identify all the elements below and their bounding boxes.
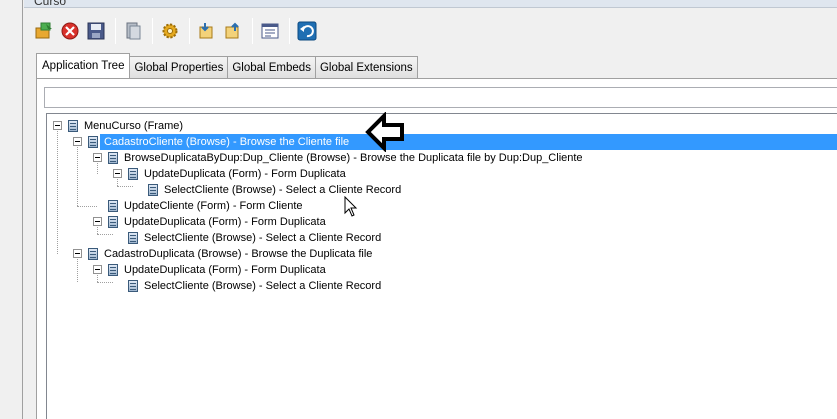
open-button[interactable] bbox=[32, 18, 56, 44]
procedure-icon bbox=[148, 184, 158, 196]
collapse-toggle[interactable] bbox=[113, 169, 122, 178]
collapse-toggle[interactable] bbox=[93, 153, 102, 162]
left-panel-edge bbox=[0, 0, 23, 419]
export-icon bbox=[225, 22, 239, 39]
undo-button[interactable] bbox=[295, 18, 319, 44]
procedure-icon bbox=[108, 216, 118, 228]
application-tree-panel: MenuCurso (Frame) CadastroCliente (Browse… bbox=[36, 78, 837, 419]
tab-strip: Application Tree Global Properties Globa… bbox=[36, 53, 418, 78]
cancel-icon bbox=[61, 22, 79, 40]
tree-item-label[interactable]: CadastroCliente (Browse) - Browse the Cl… bbox=[102, 135, 352, 149]
tab-global-extensions[interactable]: Global Extensions bbox=[314, 56, 418, 78]
tree-item-label[interactable]: BrowseDuplicataByDup:Dup_Cliente (Browse… bbox=[122, 151, 585, 165]
save-button[interactable] bbox=[84, 18, 108, 44]
procedure-icon bbox=[88, 136, 98, 148]
procedure-icon bbox=[128, 168, 138, 180]
tree-row[interactable]: UpdateDuplicata (Form) - Form Duplicata bbox=[47, 166, 837, 182]
tree-row[interactable]: MenuCurso (Frame) bbox=[47, 118, 837, 134]
collapse-toggle[interactable] bbox=[53, 121, 62, 130]
tree-row[interactable]: SelectCliente (Browse) - Select a Client… bbox=[47, 182, 837, 198]
open-icon bbox=[35, 22, 52, 39]
properties-button[interactable] bbox=[258, 18, 282, 44]
tree-row[interactable]: CadastroDuplicata (Browse) - Browse the … bbox=[47, 246, 837, 262]
window-title: Curso bbox=[34, 0, 67, 8]
tree-row[interactable]: UpdateCliente (Form) - Form Cliente bbox=[47, 198, 837, 214]
procedure-icon bbox=[88, 248, 98, 260]
tree-item-label[interactable]: UpdateDuplicata (Form) - Form Duplicata bbox=[142, 167, 348, 181]
procedure-icon bbox=[108, 264, 118, 276]
tree-item-label[interactable]: SelectCliente (Browse) - Select a Client… bbox=[142, 231, 383, 245]
print-icon bbox=[126, 22, 141, 40]
collapse-toggle[interactable] bbox=[73, 137, 82, 146]
tree-item-label[interactable]: CadastroDuplicata (Browse) - Browse the … bbox=[102, 247, 374, 261]
tree-item-label[interactable]: SelectCliente (Browse) - Select a Client… bbox=[142, 279, 383, 293]
toolbar-separator bbox=[115, 18, 116, 44]
tree-row[interactable]: UpdateDuplicata (Form) - Form Duplicata bbox=[47, 214, 837, 230]
filter-input[interactable] bbox=[44, 87, 837, 108]
import-icon bbox=[199, 23, 213, 39]
gear-icon bbox=[162, 23, 178, 39]
procedure-icon bbox=[108, 152, 118, 164]
tree-item-label[interactable]: UpdateDuplicata (Form) - Form Duplicata bbox=[122, 263, 328, 277]
mouse-pointer-icon bbox=[344, 196, 358, 217]
import-button[interactable] bbox=[195, 18, 219, 44]
tree-row[interactable]: UpdateDuplicata (Form) - Form Duplicata bbox=[47, 262, 837, 278]
procedure-tree[interactable]: MenuCurso (Frame) CadastroCliente (Browse… bbox=[46, 113, 837, 419]
tree-row[interactable]: SelectCliente (Browse) - Select a Client… bbox=[47, 230, 837, 246]
procedure-icon bbox=[108, 200, 118, 212]
tree-item-label[interactable]: SelectCliente (Browse) - Select a Client… bbox=[162, 183, 403, 197]
collapse-toggle[interactable] bbox=[73, 249, 82, 258]
toolbar bbox=[32, 14, 321, 48]
tab-application-tree[interactable]: Application Tree bbox=[36, 53, 131, 78]
toolbar-separator bbox=[252, 18, 253, 44]
collapse-toggle[interactable] bbox=[93, 217, 102, 226]
toolbar-separator bbox=[152, 18, 153, 44]
tree-item-label[interactable]: UpdateCliente (Form) - Form Cliente bbox=[122, 199, 305, 213]
save-icon bbox=[87, 22, 105, 40]
title-bar: Curso bbox=[24, 0, 837, 8]
properties-icon bbox=[261, 23, 279, 39]
tree-row[interactable]: BrowseDuplicataByDup:Dup_Cliente (Browse… bbox=[47, 150, 837, 166]
settings-button[interactable] bbox=[158, 18, 182, 44]
collapse-toggle[interactable] bbox=[93, 265, 102, 274]
left-arrow-icon bbox=[365, 112, 404, 152]
tab-global-properties[interactable]: Global Properties bbox=[129, 56, 229, 78]
procedure-icon bbox=[128, 280, 138, 292]
tree-item-label[interactable]: UpdateDuplicata (Form) - Form Duplicata bbox=[122, 215, 328, 229]
toolbar-separator bbox=[189, 18, 190, 44]
tree-row[interactable]: SelectCliente (Browse) - Select a Client… bbox=[47, 278, 837, 294]
tree-row[interactable]: CadastroCliente (Browse) - Browse the Cl… bbox=[47, 134, 837, 150]
toolbar-separator bbox=[289, 18, 290, 44]
undo-icon bbox=[297, 21, 317, 41]
tab-global-embeds[interactable]: Global Embeds bbox=[227, 56, 316, 78]
procedure-icon bbox=[128, 232, 138, 244]
export-button[interactable] bbox=[221, 18, 245, 44]
cancel-button[interactable] bbox=[58, 18, 82, 44]
print-button[interactable] bbox=[121, 18, 145, 44]
tree-item-label[interactable]: MenuCurso (Frame) bbox=[82, 119, 185, 133]
procedure-icon bbox=[68, 120, 78, 132]
application-window: Curso Application Tree Global Properties… bbox=[24, 0, 837, 419]
